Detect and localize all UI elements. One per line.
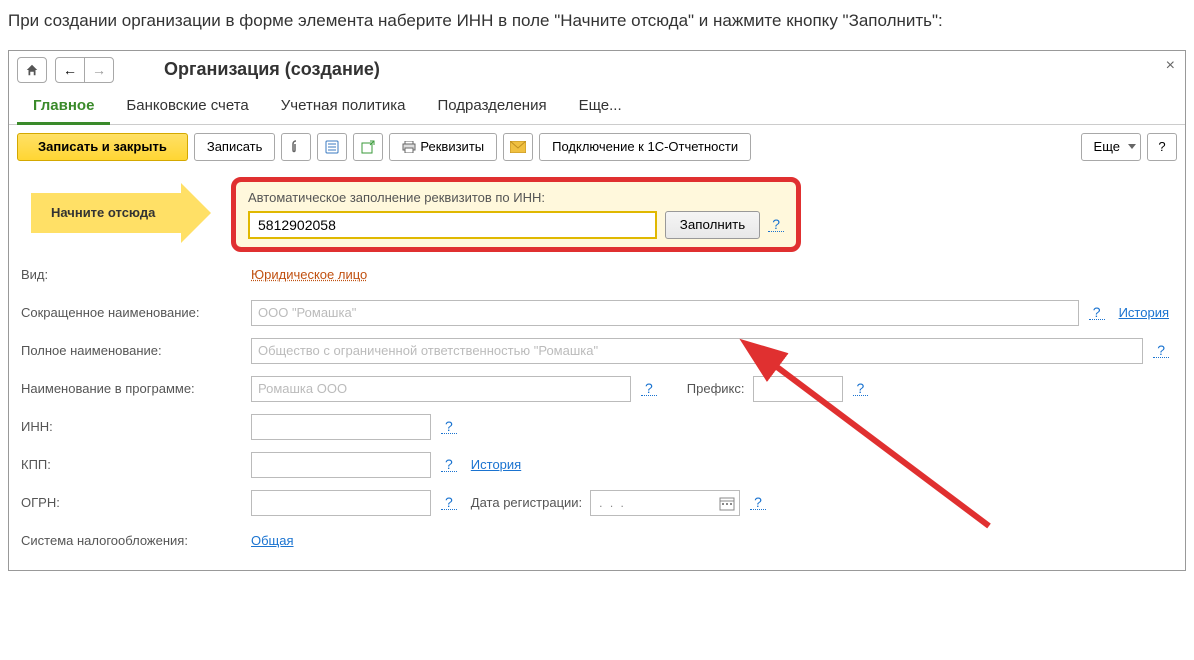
more-label: Еще xyxy=(1094,139,1120,154)
label-short-name: Сокращенное наименование: xyxy=(21,305,251,320)
help-button[interactable]: ? xyxy=(1147,133,1177,161)
attach-button[interactable] xyxy=(281,133,311,161)
row-inn: ИНН: ? xyxy=(21,410,1169,444)
tab-more[interactable]: Еще... xyxy=(563,89,638,124)
label-type: Вид: xyxy=(21,267,251,282)
row-prog-name: Наименование в программе: ? Префикс: ? xyxy=(21,372,1169,406)
input-prefix[interactable] xyxy=(753,376,843,402)
row-type: Вид: Юридическое лицо xyxy=(21,258,1169,292)
auto-fill-panel: Автоматическое заполнение реквизитов по … xyxy=(231,177,801,252)
label-prog-name: Наименование в программе: xyxy=(21,381,251,396)
input-inn[interactable] xyxy=(251,414,431,440)
form-window: ← → Организация (создание) × Главное Бан… xyxy=(8,50,1186,571)
history-link-kpp[interactable]: История xyxy=(471,457,521,472)
auto-fill-caption: Автоматическое заполнение реквизитов по … xyxy=(248,190,784,205)
history-link-short-name[interactable]: История xyxy=(1119,305,1169,320)
row-short-name: Сокращенное наименование: ? История xyxy=(21,296,1169,330)
row-tax-system: Система налогообложения: Общая xyxy=(21,524,1169,558)
help-full-name[interactable]: ? xyxy=(1153,343,1169,358)
mail-icon xyxy=(510,141,526,153)
refresh-button[interactable] xyxy=(353,133,383,161)
help-inn[interactable]: ? xyxy=(441,419,457,434)
input-kpp[interactable] xyxy=(251,452,431,478)
arrow-right-icon: → xyxy=(92,62,106,78)
tab-main[interactable]: Главное xyxy=(17,89,110,125)
window-title: Организация (создание) xyxy=(164,59,380,80)
arrow-left-icon: ← xyxy=(63,62,77,78)
mail-button[interactable] xyxy=(503,133,533,161)
label-reg-date: Дата регистрации: xyxy=(471,495,582,510)
connect-1c-reporting-button[interactable]: Подключение к 1С-Отчетности xyxy=(539,133,751,161)
input-reg-date[interactable]: . . . xyxy=(590,490,740,516)
list-button[interactable] xyxy=(317,133,347,161)
help-ogrn[interactable]: ? xyxy=(441,495,457,510)
tab-accounting-policy[interactable]: Учетная политика xyxy=(265,89,422,124)
printer-icon xyxy=(402,141,416,153)
label-full-name: Полное наименование: xyxy=(21,343,251,358)
paperclip-icon xyxy=(290,140,302,154)
help-short-name[interactable]: ? xyxy=(1089,305,1105,320)
close-button[interactable]: × xyxy=(1166,57,1175,75)
requisites-button[interactable]: Реквизиты xyxy=(389,133,497,161)
value-type[interactable]: Юридическое лицо xyxy=(251,267,367,282)
label-prefix: Префикс: xyxy=(687,381,745,396)
home-button[interactable] xyxy=(17,57,47,83)
label-tax-system: Система налогообложения: xyxy=(21,533,251,548)
label-ogrn: ОГРН: xyxy=(21,495,251,510)
fill-button[interactable]: Заполнить xyxy=(665,211,760,239)
help-kpp[interactable]: ? xyxy=(441,457,457,472)
help-prog-name[interactable]: ? xyxy=(641,381,657,396)
save-and-close-button[interactable]: Записать и закрыть xyxy=(17,133,188,161)
tab-divisions[interactable]: Подразделения xyxy=(422,89,563,124)
autofill-help-link[interactable]: ? xyxy=(768,217,784,232)
reg-date-value: . . . xyxy=(599,496,626,510)
tab-bank-accounts[interactable]: Банковские счета xyxy=(110,89,264,124)
requisites-label: Реквизиты xyxy=(420,139,484,154)
label-inn: ИНН: xyxy=(21,419,251,434)
help-reg-date[interactable]: ? xyxy=(750,495,766,510)
toolbar: Записать и закрыть Записать Реквизиты По… xyxy=(9,125,1185,169)
help-prefix[interactable]: ? xyxy=(853,381,869,396)
start-here-row: Начните отсюда Автоматическое заполнение… xyxy=(21,177,1169,252)
forward-button[interactable]: → xyxy=(84,57,114,83)
input-prog-name[interactable] xyxy=(251,376,631,402)
form-content: Начните отсюда Автоматическое заполнение… xyxy=(9,169,1185,570)
input-ogrn[interactable] xyxy=(251,490,431,516)
input-full-name[interactable] xyxy=(251,338,1143,364)
list-icon xyxy=(325,140,339,154)
tabs: Главное Банковские счета Учетная политик… xyxy=(9,89,1185,125)
instruction-text: При создании организации в форме элемент… xyxy=(8,8,1186,34)
home-icon xyxy=(25,63,39,77)
calendar-icon xyxy=(719,495,735,511)
chevron-down-icon xyxy=(1128,144,1136,149)
label-kpp: КПП: xyxy=(21,457,251,472)
start-here-label: Начните отсюда xyxy=(21,205,155,220)
refresh-icon xyxy=(361,140,375,154)
titlebar: ← → Организация (создание) × xyxy=(9,51,1185,89)
input-short-name[interactable] xyxy=(251,300,1079,326)
save-button[interactable]: Записать xyxy=(194,133,276,161)
row-full-name: Полное наименование: ? xyxy=(21,334,1169,368)
row-kpp: КПП: ? История xyxy=(21,448,1169,482)
more-button[interactable]: Еще xyxy=(1081,133,1141,161)
inn-autofill-input[interactable] xyxy=(248,211,657,239)
back-button[interactable]: ← xyxy=(55,57,85,83)
link-tax-system[interactable]: Общая xyxy=(251,533,294,548)
row-ogrn: ОГРН: ? Дата регистрации: . . . ? xyxy=(21,486,1169,520)
start-here-arrow: Начните отсюда xyxy=(21,183,221,243)
